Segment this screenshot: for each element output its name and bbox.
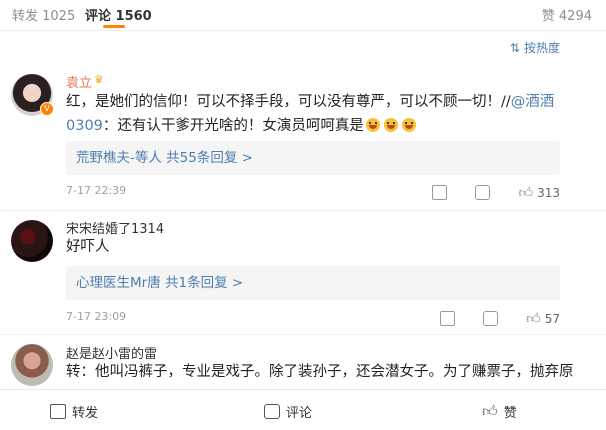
tab-like[interactable]: 赞 4294 [542, 5, 592, 24]
tab-comment[interactable]: 评论 1560 [85, 5, 152, 24]
repost-label: 转发 [72, 406, 99, 421]
laughing-emoji-icon [401, 118, 416, 132]
avatar[interactable] [11, 344, 53, 386]
sort-icon: ⇅ [509, 40, 520, 55]
laughing-emoji-icon [383, 118, 398, 132]
member-crown-icon: ♛ [94, 73, 104, 86]
thumbs-up-icon: 👍︎ [518, 185, 534, 201]
divider [0, 334, 606, 335]
comment-label: 评论 [286, 406, 313, 421]
comment-meta: 7-17 23:09 👍︎ 57 [66, 310, 560, 327]
like-label: 赞 [503, 406, 517, 421]
reply-icon[interactable] [483, 311, 499, 326]
avatar[interactable] [11, 220, 53, 262]
comment-text: 红，是她们的信仰！可以不择手段，可以没有尊严，可以不顾一切！//@酒酒0309：… [66, 94, 555, 134]
share-icon[interactable] [432, 185, 448, 200]
repost-button[interactable]: 转发 [50, 402, 98, 421]
comment-tabs: 转发 1025 评论 1560 赞 4294 [0, 0, 606, 31]
laughing-emoji-icon [365, 118, 380, 132]
comment-meta: 7-17 22:39 👍︎ 313 [66, 184, 560, 201]
divider [0, 210, 606, 211]
username[interactable]: 袁立 [66, 72, 92, 91]
like-bottom-button[interactable]: 👍︎ 赞 [482, 402, 517, 421]
verified-badge-icon: V [40, 102, 54, 116]
reply-icon[interactable] [475, 185, 491, 200]
timestamp: 7-17 22:39 [66, 184, 127, 197]
like-count: 57 [544, 311, 560, 326]
like-button[interactable]: 👍︎ 57 [526, 310, 560, 327]
comment-text: 好吓人 [66, 239, 110, 255]
like-count: 313 [537, 185, 560, 200]
like-button[interactable]: 👍︎ 313 [518, 184, 560, 201]
timestamp: 7-17 23:09 [66, 310, 127, 323]
share-icon[interactable] [440, 311, 456, 326]
sort-by-hot-button[interactable]: ⇅ 按热度 [510, 39, 560, 56]
tab-repost[interactable]: 转发 1025 [12, 5, 75, 24]
comment-button[interactable]: 评论 [264, 402, 312, 421]
bottom-action-bar: 转发 评论 👍︎ 赞 [0, 389, 606, 430]
thumbs-up-icon: 👍︎ [526, 311, 541, 327]
replies-link[interactable]: 荒野樵夫-等人 共55条回复 > [66, 141, 560, 175]
replies-link[interactable]: 心理医生Mr唐 共1条回复 > [66, 266, 560, 300]
repost-icon [50, 404, 66, 419]
comment-icon [264, 404, 280, 419]
active-tab-indicator [103, 25, 125, 28]
comment-text: 转：他叫冯裤子，专业是戏子。除了装孙子，还会潜女子。为了赚票子，抛弃原 [66, 364, 574, 380]
thumbs-up-icon: 👍︎ [482, 402, 498, 420]
sort-label: 按热度 [523, 41, 560, 55]
